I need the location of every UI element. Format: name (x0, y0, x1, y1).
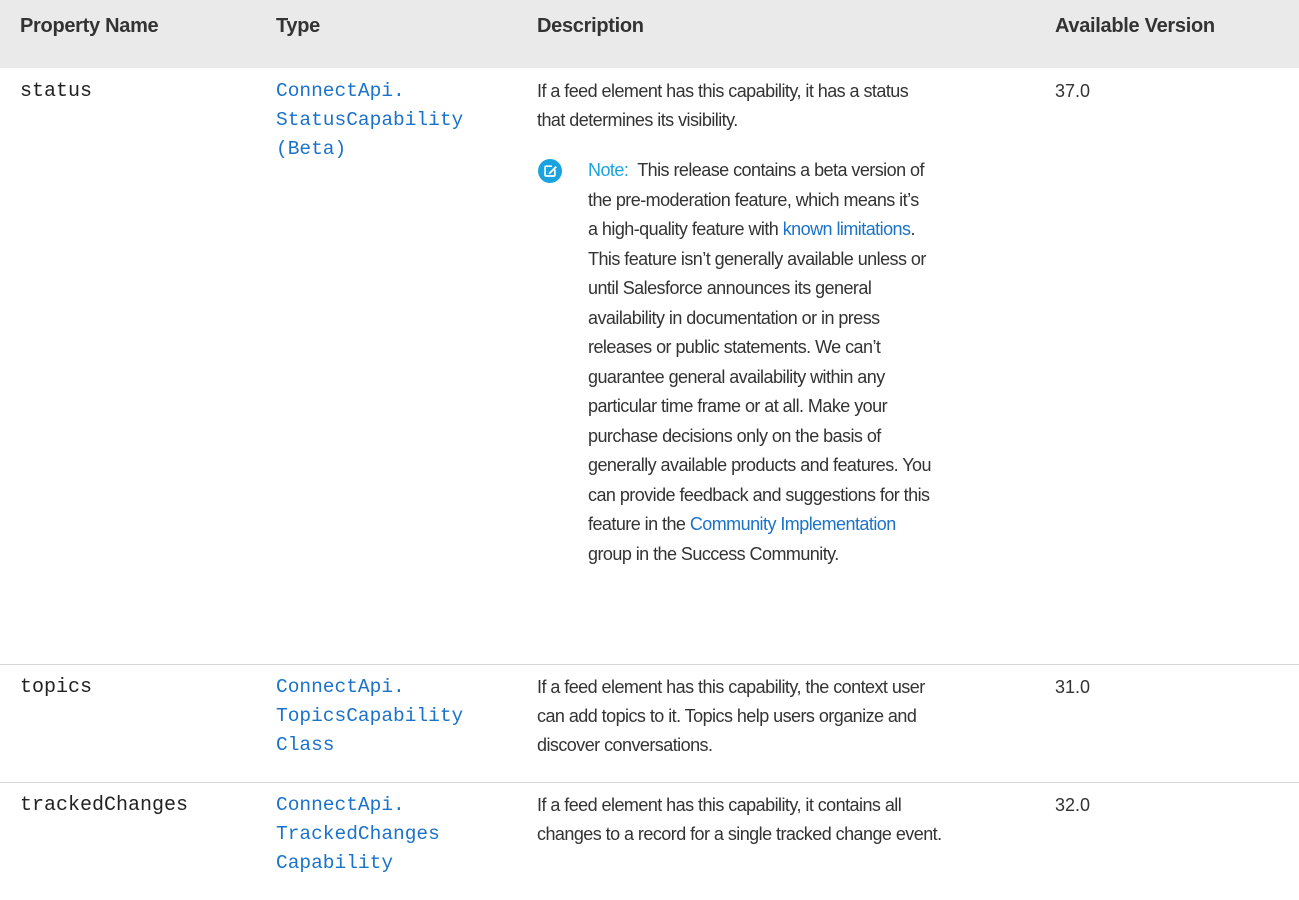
note-line: a high-quality feature with (588, 219, 779, 239)
note-line: particular time frame or at all. Make yo… (588, 396, 888, 416)
description-line: changes to a record for a single tracked… (537, 824, 942, 844)
description: If a feed element has this capability, i… (537, 77, 1047, 135)
available-version: 37.0 (1055, 81, 1091, 101)
type-link-line[interactable]: (Beta) (276, 135, 463, 164)
description-line: If a feed element has this capability, t… (537, 677, 925, 697)
type-link-line[interactable]: Capability (276, 849, 440, 878)
type-link-line[interactable]: ConnectApi. (276, 673, 463, 702)
type-link-line[interactable]: StatusCapability (276, 106, 463, 135)
note-line: the pre-moderation feature, which means … (588, 189, 919, 210)
type-link-line[interactable]: TopicsCapability (276, 702, 463, 731)
description: If a feed element has this capability, i… (537, 791, 1047, 849)
property-name: status (20, 80, 93, 103)
note-line: purchase decisions only on the basis of (588, 425, 881, 446)
note-line: releases or public statements. We can’t (588, 337, 881, 357)
description: If a feed element has this capability, t… (537, 673, 1047, 760)
table-header: Property Name Type Description Available… (0, 0, 1299, 68)
description-line: If a feed element has this capability, i… (537, 795, 902, 815)
header-description: Description (537, 15, 644, 37)
note-line: until Salesforce announces its general (588, 278, 872, 298)
note-line: group in the Success Community. (588, 543, 839, 564)
table-row-status: status ConnectApi. StatusCapability (Bet… (0, 68, 1299, 665)
table-row-topics: topics ConnectApi. TopicsCapability Clas… (0, 664, 1299, 783)
note-line: availability in documentation or in pres… (588, 307, 880, 328)
description-line: can add topics to it. Topics help users … (537, 706, 917, 726)
type-link[interactable]: ConnectApi. TopicsCapability Class (276, 673, 463, 760)
property-name: trackedChanges (20, 794, 189, 817)
available-version: 31.0 (1055, 677, 1091, 697)
header-property-name: Property Name (20, 15, 159, 37)
note-text: Note: This release contains a beta versi… (588, 156, 1048, 569)
available-version: 32.0 (1055, 795, 1091, 815)
type-link[interactable]: ConnectApi. StatusCapability (Beta) (276, 77, 463, 164)
type-link-line[interactable]: TrackedChanges (276, 820, 440, 849)
community-implementation-link[interactable]: Community Implementation (690, 514, 896, 534)
note-label: Note: (588, 160, 629, 180)
note-line: generally available products and feature… (588, 455, 932, 475)
type-link-line[interactable]: ConnectApi. (276, 77, 463, 106)
properties-table: Property Name Type Description Available… (0, 0, 1299, 874)
edit-note-icon (538, 159, 562, 183)
known-limitations-link[interactable]: known limitations (783, 219, 911, 239)
description-line: that determines its visibility. (537, 110, 738, 130)
type-link-line[interactable]: Class (276, 731, 463, 760)
note-line: This feature isn’t generally available u… (588, 248, 926, 269)
note-line: guarantee general availability within an… (588, 366, 885, 387)
table-row-tracked-changes: trackedChanges ConnectApi. TrackedChange… (0, 782, 1299, 900)
header-type: Type (276, 15, 320, 37)
description-line: discover conversations. (537, 735, 713, 755)
header-available-version: Available Version (1055, 15, 1215, 37)
note-line: can provide feedback and suggestions for… (588, 484, 930, 505)
property-name: topics (20, 676, 93, 699)
type-link[interactable]: ConnectApi. TrackedChanges Capability (276, 791, 440, 878)
description-line: If a feed element has this capability, i… (537, 81, 909, 101)
note-line: feature in the (588, 514, 686, 534)
note-line: This release contains a beta version of (637, 160, 924, 180)
type-link-line[interactable]: ConnectApi. (276, 791, 440, 820)
